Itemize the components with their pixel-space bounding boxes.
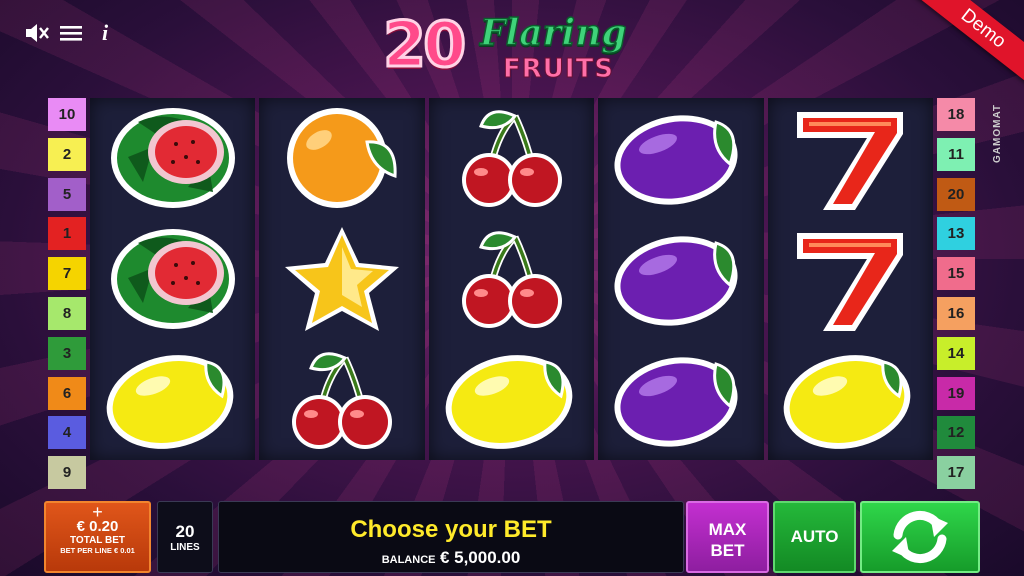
message-panel: Choose your BET BALANCE € 5,000.00 bbox=[218, 501, 684, 573]
symbol-lemon bbox=[90, 340, 255, 460]
symbol-cherry bbox=[429, 98, 594, 218]
lines-count: 20 bbox=[175, 522, 195, 541]
symbol-star bbox=[259, 219, 424, 339]
symbol-lemon bbox=[429, 340, 594, 460]
payline-badge[interactable]: 12 bbox=[937, 416, 975, 450]
control-bar: + € 0.20 TOTAL BET BET PER LINE € 0.01 2… bbox=[40, 498, 984, 576]
max-bet-button[interactable]: MAX BET bbox=[686, 501, 769, 573]
total-bet-button[interactable]: + € 0.20 TOTAL BET BET PER LINE € 0.01 bbox=[44, 501, 151, 573]
spin-button[interactable] bbox=[860, 501, 980, 573]
paylines-left: 10 2 5 1 7 8 3 6 4 9 bbox=[48, 98, 86, 496]
lines-display: 20 LINES bbox=[157, 501, 213, 573]
balance-label: BALANCE bbox=[381, 554, 436, 566]
symbol-cherry bbox=[429, 219, 594, 339]
balance-display: BALANCE € 5,000.00 bbox=[219, 548, 683, 568]
payline-badge[interactable]: 9 bbox=[48, 456, 86, 490]
status-message: Choose your BET bbox=[350, 516, 552, 543]
payline-badge[interactable]: 2 bbox=[48, 137, 86, 171]
payline-badge[interactable]: 13 bbox=[937, 217, 975, 251]
payline-badge[interactable]: 6 bbox=[48, 376, 86, 410]
auto-play-button[interactable]: AUTO bbox=[773, 501, 856, 573]
top-toolbar: i bbox=[24, 20, 118, 46]
max-bet-line1: MAX bbox=[708, 520, 747, 539]
spin-arrows-icon bbox=[892, 511, 948, 563]
logo-word-flaring: Flaring bbox=[479, 11, 627, 55]
reel bbox=[598, 98, 764, 460]
symbol-plum bbox=[598, 219, 763, 339]
payline-badge[interactable]: 8 bbox=[48, 296, 86, 330]
payline-badge[interactable]: 11 bbox=[937, 137, 975, 171]
info-icon[interactable]: i bbox=[92, 20, 118, 46]
game-logo: 20 Flaring FRUITS bbox=[375, 6, 665, 88]
menu-icon[interactable] bbox=[58, 20, 84, 46]
payline-badge[interactable]: 1 bbox=[48, 217, 86, 251]
symbol-orange bbox=[259, 98, 424, 218]
total-bet-label: TOTAL BET bbox=[70, 535, 125, 546]
payline-badge[interactable]: 20 bbox=[937, 177, 975, 211]
balance-value: € 5,000.00 bbox=[439, 548, 521, 567]
payline-badge[interactable]: 14 bbox=[937, 336, 975, 370]
payline-badge[interactable]: 5 bbox=[48, 177, 86, 211]
lines-label: LINES bbox=[170, 542, 200, 553]
payline-badge[interactable]: 15 bbox=[937, 257, 975, 291]
payline-badge[interactable]: 19 bbox=[937, 376, 975, 410]
reel bbox=[767, 98, 934, 460]
paylines-right: 18 11 20 13 15 16 14 19 12 17 bbox=[937, 98, 975, 496]
reel bbox=[428, 98, 595, 460]
payline-badge[interactable]: 3 bbox=[48, 336, 86, 370]
symbol-plum bbox=[598, 98, 763, 218]
total-bet-amount: € 0.20 bbox=[76, 518, 119, 535]
symbol-watermelon bbox=[90, 98, 255, 218]
mute-icon[interactable] bbox=[24, 20, 50, 46]
payline-badge[interactable]: 18 bbox=[937, 98, 975, 131]
bet-per-line: BET PER LINE € 0.01 bbox=[60, 546, 135, 555]
symbol-seven bbox=[768, 98, 933, 218]
symbol-lemon bbox=[768, 340, 933, 460]
max-bet-line2: BET bbox=[710, 541, 745, 560]
symbol-plum bbox=[598, 340, 763, 460]
payline-badge[interactable]: 7 bbox=[48, 257, 86, 291]
payline-badge[interactable]: 4 bbox=[48, 416, 86, 450]
symbol-cherry bbox=[259, 340, 424, 460]
reel bbox=[259, 98, 425, 460]
brand-label: GAMOMAT bbox=[992, 103, 1003, 163]
symbol-seven bbox=[768, 219, 933, 339]
payline-badge[interactable]: 16 bbox=[937, 296, 975, 330]
logo-word-fruits: FRUITS bbox=[502, 54, 615, 85]
reel bbox=[90, 98, 256, 460]
symbol-watermelon bbox=[90, 219, 255, 339]
logo-number: 20 bbox=[381, 7, 467, 83]
reels-area bbox=[90, 98, 934, 460]
payline-badge[interactable]: 10 bbox=[48, 98, 86, 131]
plus-icon[interactable]: + bbox=[46, 503, 149, 521]
payline-badge[interactable]: 17 bbox=[937, 456, 975, 490]
